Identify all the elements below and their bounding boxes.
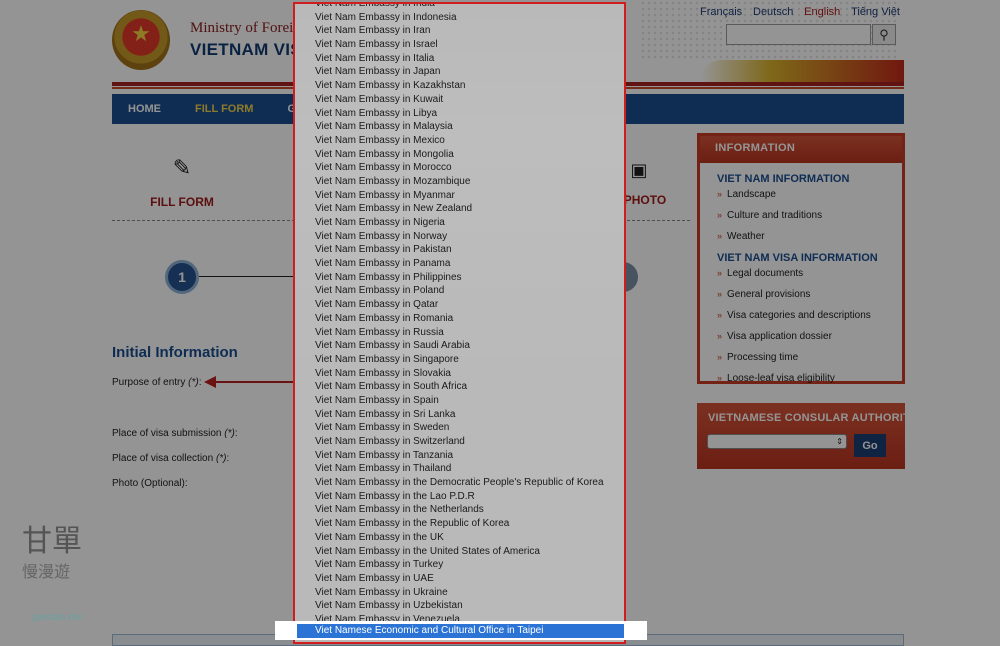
dropdown-option[interactable]: Viet Nam Embassy in Japan bbox=[295, 65, 624, 79]
dropdown-option[interactable]: Viet Nam Embassy in Mongolia bbox=[295, 148, 624, 162]
dropdown-option[interactable]: Viet Nam Embassy in Turkey bbox=[295, 558, 624, 572]
dropdown-option[interactable]: Viet Nam Embassy in the Democratic Peopl… bbox=[295, 476, 624, 490]
dropdown-option[interactable]: Viet Nam Embassy in the Lao P.D.R bbox=[295, 490, 624, 504]
watermark-line1: 甘單 bbox=[22, 524, 82, 559]
dropdown-option[interactable]: Viet Nam Embassy in Mexico bbox=[295, 134, 624, 148]
dropdown-option[interactable]: Viet Nam Embassy in Morocco bbox=[295, 161, 624, 175]
dropdown-option[interactable]: Viet Nam Embassy in Slovakia bbox=[295, 367, 624, 381]
dropdown-option[interactable]: Viet Nam Embassy in the Republic of Kore… bbox=[295, 517, 624, 531]
dropdown-option[interactable]: Viet Nam Embassy in Qatar bbox=[295, 298, 624, 312]
dropdown-selected-option[interactable]: Viet Namese Economic and Cultural Office… bbox=[297, 624, 624, 638]
dropdown-option[interactable]: Viet Nam Embassy in New Zealand bbox=[295, 202, 624, 216]
dropdown-option[interactable]: Viet Nam Embassy in Israel bbox=[295, 38, 624, 52]
dropdown-option[interactable]: Viet Nam Embassy in Malaysia bbox=[295, 120, 624, 134]
dropdown-option[interactable]: Viet Nam Embassy in Pakistan bbox=[295, 243, 624, 257]
dropdown-option[interactable]: Viet Nam Embassy in Italia bbox=[295, 52, 624, 66]
dropdown-option[interactable]: Viet Nam Embassy in India bbox=[295, 4, 624, 11]
watermark-url: gandan.me bbox=[32, 612, 83, 623]
dropdown-option[interactable]: Viet Nam Embassy in Norway bbox=[295, 230, 624, 244]
dropdown-option[interactable]: Viet Nam Embassy in Indonesia bbox=[295, 11, 624, 25]
dropdown-option[interactable]: Viet Nam Embassy in Saudi Arabia bbox=[295, 339, 624, 353]
dropdown-option[interactable]: Viet Nam Embassy in the UK bbox=[295, 531, 624, 545]
dropdown-option[interactable]: Viet Nam Embassy in Nigeria bbox=[295, 216, 624, 230]
dropdown-option[interactable]: Viet Nam Embassy in Mozambique bbox=[295, 175, 624, 189]
dropdown-option[interactable]: Viet Nam Embassy in Kuwait bbox=[295, 93, 624, 107]
dropdown-option[interactable]: Viet Nam Embassy in Kazakhstan bbox=[295, 79, 624, 93]
watermark-logo: 甘單 慢漫遊 bbox=[22, 526, 110, 626]
dropdown-option[interactable]: Viet Nam Embassy in Myanmar bbox=[295, 189, 624, 203]
dropdown-option[interactable]: Viet Nam Embassy in Ukraine bbox=[295, 586, 624, 600]
dropdown-option[interactable]: Viet Nam Embassy in Sweden bbox=[295, 421, 624, 435]
watermark-line2: 慢漫遊 bbox=[22, 562, 71, 581]
dropdown-option[interactable]: Viet Nam Embassy in Philippines bbox=[295, 271, 624, 285]
dropdown-option[interactable]: Viet Nam Embassy in the United States of… bbox=[295, 545, 624, 559]
dropdown-option[interactable]: Viet Nam Embassy in Russia bbox=[295, 326, 624, 340]
dropdown-option[interactable]: Viet Nam Embassy in the Netherlands bbox=[295, 503, 624, 517]
dropdown-option[interactable]: Viet Nam Embassy in Uzbekistan bbox=[295, 599, 624, 613]
dropdown-options: Viet Nam Embassy in India Viet Nam Embass… bbox=[295, 4, 624, 627]
dropdown-option[interactable]: Viet Nam Embassy in Singapore bbox=[295, 353, 624, 367]
dropdown-option[interactable]: Viet Nam Embassy in Iran bbox=[295, 24, 624, 38]
dropdown-option[interactable]: Viet Nam Embassy in Switzerland bbox=[295, 435, 624, 449]
dropdown-option[interactable]: Viet Nam Embassy in Spain bbox=[295, 394, 624, 408]
dropdown-option[interactable]: Viet Nam Embassy in Tanzania bbox=[295, 449, 624, 463]
place-of-submission-dropdown[interactable]: Viet Nam Embassy in India Viet Nam Embass… bbox=[293, 2, 626, 644]
dropdown-option[interactable]: Viet Nam Embassy in Romania bbox=[295, 312, 624, 326]
dropdown-option[interactable]: Viet Nam Embassy in Panama bbox=[295, 257, 624, 271]
dropdown-option[interactable]: Viet Nam Embassy in Libya bbox=[295, 107, 624, 121]
dropdown-option[interactable]: Viet Nam Embassy in UAE bbox=[295, 572, 624, 586]
dropdown-option[interactable]: Viet Nam Embassy in Poland bbox=[295, 284, 624, 298]
dropdown-option[interactable]: Viet Nam Embassy in Thailand bbox=[295, 462, 624, 476]
dropdown-option[interactable]: Viet Nam Embassy in South Africa bbox=[295, 380, 624, 394]
dropdown-option[interactable]: Viet Nam Embassy in Sri Lanka bbox=[295, 408, 624, 422]
